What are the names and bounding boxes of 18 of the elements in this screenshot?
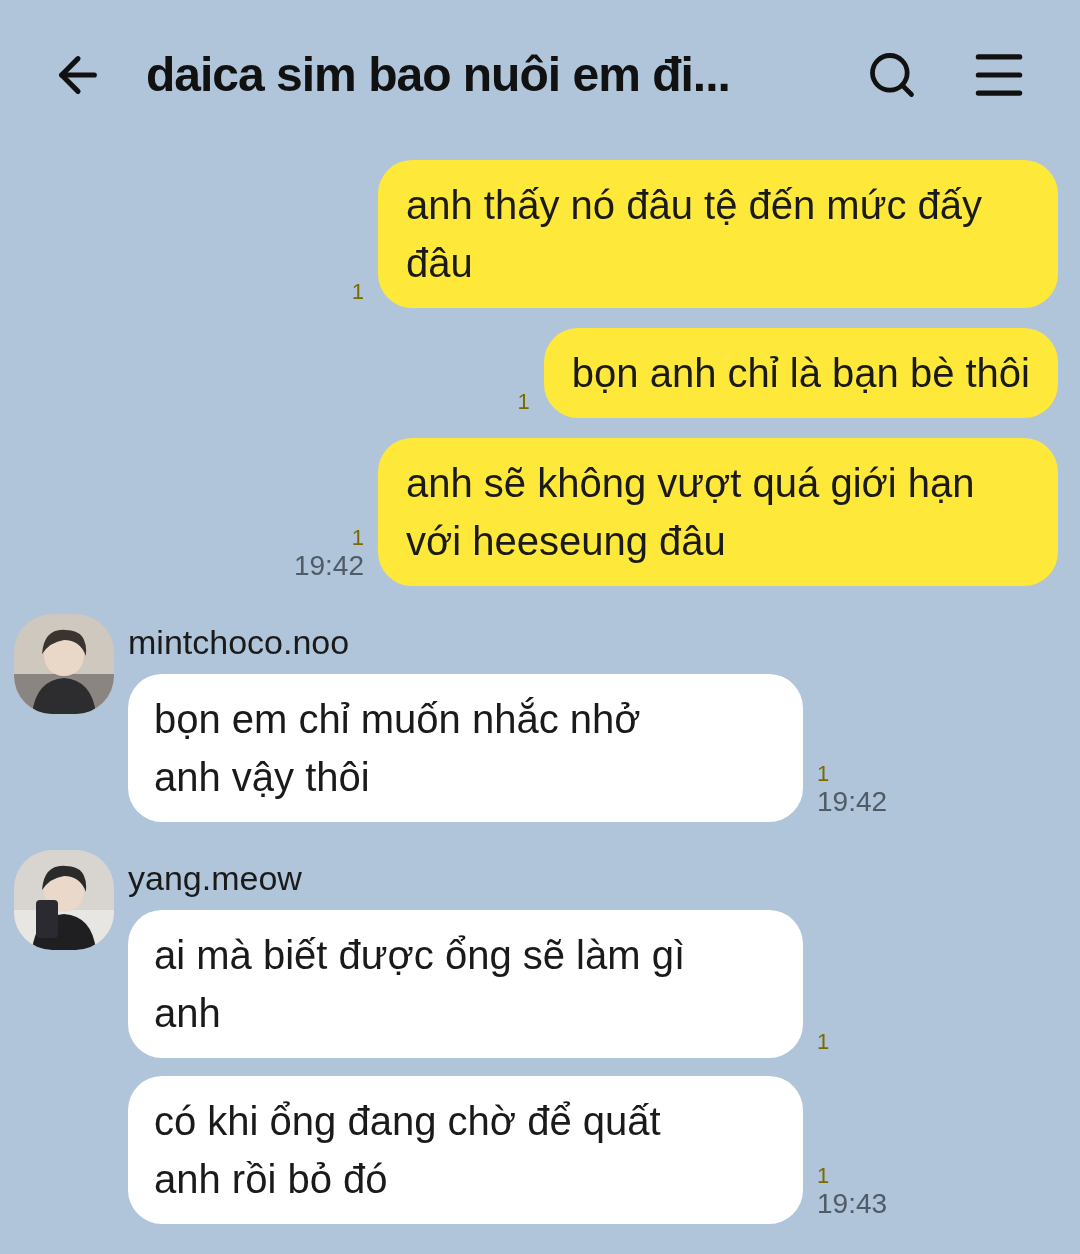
unread-count: 1 — [351, 280, 364, 304]
message-bubble: anh sẽ không vượt quá giới hạn với heeseung đâu — [378, 438, 1058, 586]
message-time: 19:42 — [817, 786, 888, 818]
unread-count: 1 — [517, 390, 530, 414]
message-bubble: anh thấy nó đâu tệ đến mức đấy đâu — [378, 160, 1058, 308]
message-bubble: ai mà biết được ổng sẽ làm gì anh — [128, 910, 803, 1058]
sender-name: yang.meow — [128, 858, 303, 899]
sender-name: mintchoco.noo — [128, 622, 351, 663]
unread-count: 1 — [817, 1030, 830, 1054]
unread-count: 1 — [351, 526, 364, 550]
unread-count: 1 — [817, 1164, 830, 1188]
message-time: 19:42 — [293, 550, 364, 582]
chat-title: daica sim bao nuôi em đi... — [146, 47, 731, 103]
unread-count: 1 — [817, 762, 830, 786]
message-bubble: có khi ổng đang chờ để quất anh rồi bỏ đó — [128, 1076, 803, 1224]
message-time: 19:43 — [817, 1188, 888, 1220]
message-bubble: bọn anh chỉ là bạn bè thôi — [543, 328, 1058, 418]
message-bubble: bọn em chỉ muốn nhắc nhở anh vậy thôi — [128, 674, 803, 822]
